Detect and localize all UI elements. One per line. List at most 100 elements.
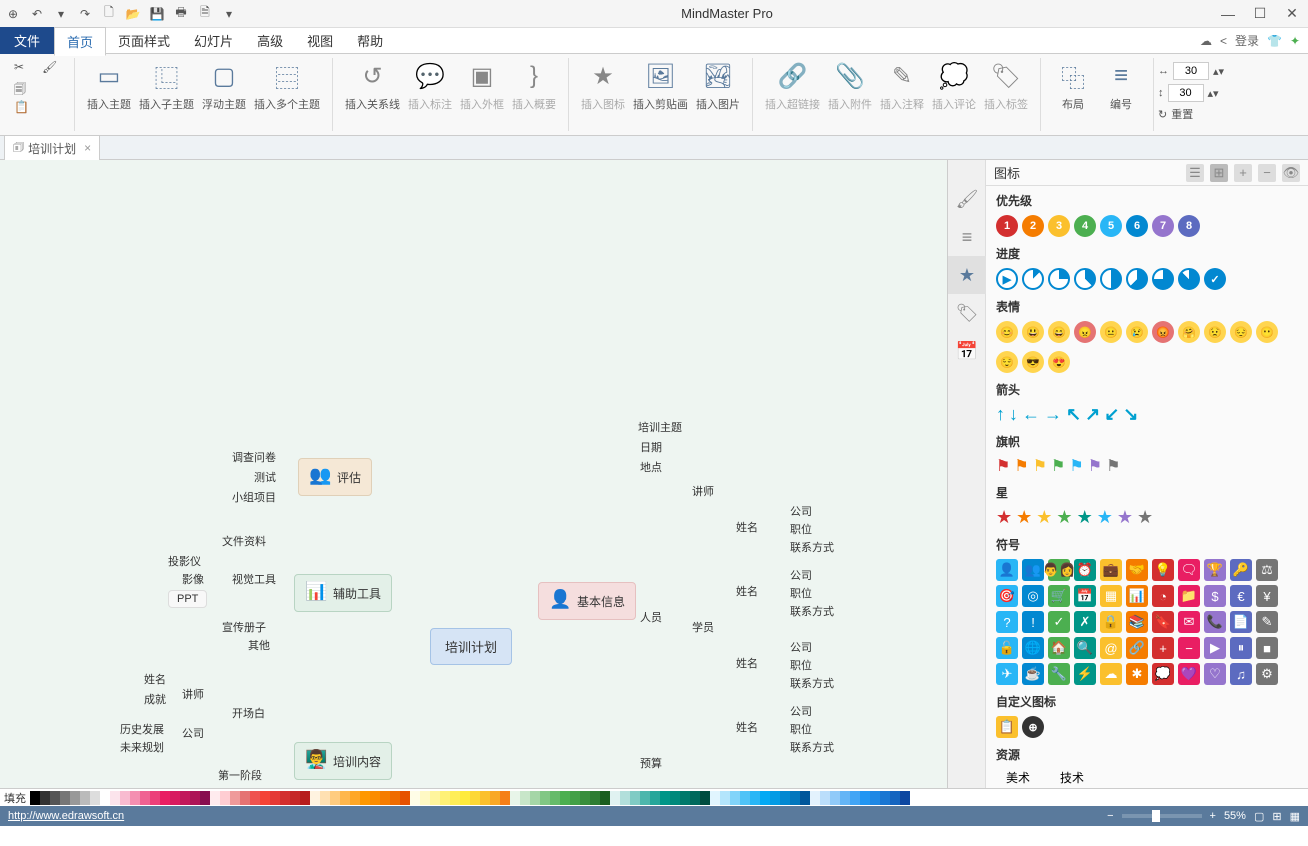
color-swatch[interactable] [460, 791, 470, 805]
node-eval[interactable]: 👥评估 [298, 458, 372, 496]
color-swatch[interactable] [520, 791, 530, 805]
priority-3[interactable]: 3 [1048, 215, 1070, 237]
symbol-37[interactable]: @ [1100, 637, 1122, 659]
flag-gray[interactable]: ⚑ [1106, 456, 1120, 476]
symbol-28[interactable]: 🔖 [1152, 611, 1174, 633]
color-swatch[interactable] [250, 791, 260, 805]
node-basic-place[interactable]: 地点 [636, 458, 666, 476]
color-swatch[interactable] [620, 791, 630, 805]
flag-red[interactable]: ⚑ [996, 456, 1010, 476]
menu-file[interactable]: 文件 [0, 27, 54, 54]
node-eval-survey[interactable]: 调查问卷 [228, 448, 280, 466]
document-tab[interactable]: 🗊 培训计划 × [4, 135, 100, 161]
color-swatch[interactable] [550, 791, 560, 805]
symbol-49[interactable]: ✱ [1126, 663, 1148, 685]
symbol-32[interactable]: ✎ [1256, 611, 1278, 633]
symbol-44[interactable]: ✈ [996, 663, 1018, 685]
node-p1-name[interactable]: 姓名 [732, 518, 762, 536]
color-swatch[interactable] [350, 791, 360, 805]
color-swatch[interactable] [390, 791, 400, 805]
symbol-33[interactable]: 🔓 [996, 637, 1018, 659]
insert-icon-button[interactable]: ★插入图标 [577, 58, 629, 114]
color-swatch[interactable] [830, 791, 840, 805]
insert-subtopic-button[interactable]: ⿺插入子主题 [135, 58, 198, 114]
tab-calendar[interactable]: 📅 [948, 332, 986, 370]
tab-list[interactable]: ≡ [948, 218, 986, 256]
arrow-up[interactable]: ↑ [996, 404, 1005, 425]
color-swatch[interactable] [40, 791, 50, 805]
symbol-18[interactable]: 📁 [1178, 585, 1200, 607]
symbol-34[interactable]: 🌐 [1022, 637, 1044, 659]
color-swatch[interactable] [530, 791, 540, 805]
progress-8[interactable]: ✓ [1204, 268, 1226, 290]
star-orange[interactable]: ★ [1016, 507, 1032, 528]
node-lect-name[interactable]: 姓名 [140, 670, 170, 688]
color-swatch[interactable] [690, 791, 700, 805]
emoji-worried[interactable]: 😟 [1204, 321, 1226, 343]
insert-note-button[interactable]: ✎插入注释 [876, 58, 928, 114]
node-p3-c[interactable]: 公司 [786, 638, 816, 656]
insert-tag-button[interactable]: 🏷插入标签 [980, 58, 1032, 114]
node-eval-group[interactable]: 小组项目 [228, 488, 280, 506]
color-swatch[interactable] [130, 791, 140, 805]
redo-icon[interactable]: ↷ [76, 5, 94, 23]
emoji-smile[interactable]: 😊 [996, 321, 1018, 343]
menu-advanced[interactable]: 高级 [245, 27, 295, 54]
insert-summary-button[interactable]: }插入概要 [508, 58, 560, 114]
node-tools-projector[interactable]: 投影仪 [164, 552, 205, 570]
symbol-3[interactable]: ⏰ [1074, 559, 1096, 581]
emoji-neutral[interactable]: 😐 [1100, 321, 1122, 343]
zoom-in[interactable]: + [1210, 810, 1216, 822]
node-tools-files[interactable]: 文件资料 [218, 532, 270, 550]
emoji-angry[interactable]: 😠 [1074, 321, 1096, 343]
save-icon[interactable]: 💾 [148, 5, 166, 23]
color-swatch[interactable] [170, 791, 180, 805]
color-swatch[interactable] [510, 791, 520, 805]
menu-home[interactable]: 首页 [54, 27, 106, 56]
symbol-10[interactable]: ⚖ [1256, 559, 1278, 581]
color-swatch[interactable] [650, 791, 660, 805]
cloud-icon[interactable]: ☁ [1200, 34, 1212, 48]
node-center[interactable]: 培训计划 [430, 628, 512, 665]
view-eye-icon[interactable]: 👁 [1282, 164, 1300, 182]
color-swatch[interactable] [100, 791, 110, 805]
color-swatch[interactable] [230, 791, 240, 805]
color-swatch[interactable] [610, 791, 620, 805]
symbol-13[interactable]: 🛒 [1048, 585, 1070, 607]
print-icon[interactable]: 🖶 [172, 5, 190, 23]
emoji-cry[interactable]: 😢 [1126, 321, 1148, 343]
priority-5[interactable]: 5 [1100, 215, 1122, 237]
zoom-out[interactable]: − [1107, 810, 1113, 822]
node-tools-other[interactable]: 其他 [244, 636, 274, 654]
color-swatch[interactable] [730, 791, 740, 805]
insert-topic-button[interactable]: ▭插入主题 [83, 58, 135, 114]
color-swatch[interactable] [840, 791, 850, 805]
node-basic-date[interactable]: 日期 [636, 438, 666, 456]
node-p4-c[interactable]: 公司 [786, 702, 816, 720]
symbol-50[interactable]: 💭 [1152, 663, 1174, 685]
node-tools-ppt[interactable]: PPT [168, 590, 207, 608]
layout-button[interactable]: ⿻布局 [1049, 58, 1097, 114]
priority-2[interactable]: 2 [1022, 215, 1044, 237]
star-gray[interactable]: ★ [1137, 507, 1153, 528]
priority-7[interactable]: 7 [1152, 215, 1174, 237]
export-icon[interactable]: 🗎 [196, 5, 214, 23]
node-p4-t[interactable]: 联系方式 [786, 738, 838, 756]
width-input[interactable] [1173, 62, 1209, 80]
node-lect-history[interactable]: 历史发展 [116, 720, 168, 738]
symbol-26[interactable]: 🔒 [1100, 611, 1122, 633]
symbol-9[interactable]: 🔑 [1230, 559, 1252, 581]
color-swatch[interactable] [410, 791, 420, 805]
node-content[interactable]: 👨‍🏫培训内容 [294, 742, 392, 780]
node-people[interactable]: 人员 [636, 608, 666, 626]
symbol-41[interactable]: ▶ [1204, 637, 1226, 659]
minimize-button[interactable]: — [1216, 4, 1240, 24]
node-stage2[interactable]: 第二阶段 [214, 786, 266, 788]
flag-orange[interactable]: ⚑ [1014, 456, 1028, 476]
color-swatch[interactable] [470, 791, 480, 805]
symbol-38[interactable]: 🔗 [1126, 637, 1148, 659]
logo-icon[interactable]: ✦ [1290, 34, 1300, 48]
symbol-0[interactable]: 👤 [996, 559, 1018, 581]
symbol-29[interactable]: ✉ [1178, 611, 1200, 633]
resource-tech[interactable]: 技术 [1060, 769, 1084, 786]
